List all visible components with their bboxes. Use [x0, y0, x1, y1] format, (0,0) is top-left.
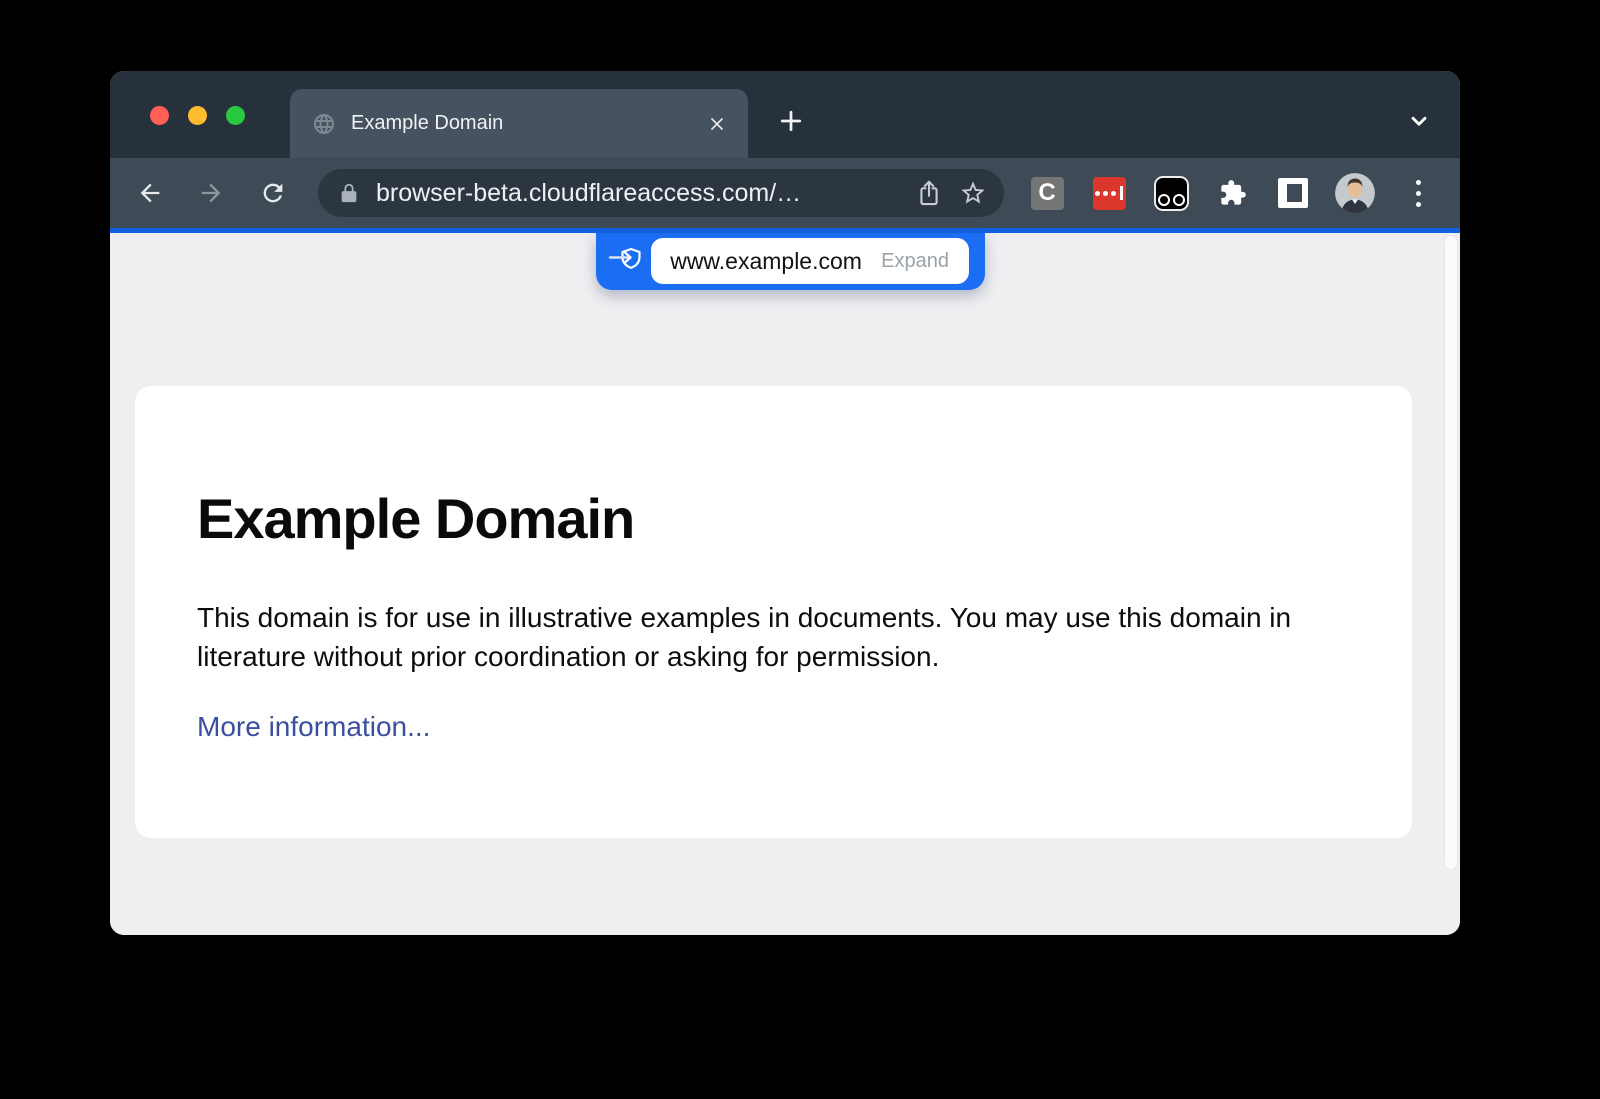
puzzle-icon [1219, 179, 1247, 207]
new-tab-button[interactable] [773, 103, 809, 139]
more-information-link[interactable]: More information... [197, 711, 430, 743]
lock-icon[interactable] [338, 182, 360, 204]
page-title: Example Domain [197, 486, 634, 551]
kebab-menu-icon [1416, 180, 1421, 207]
traffic-lights [150, 106, 245, 125]
address-bar[interactable]: browser-beta.cloudflareaccess.com/… [318, 169, 1004, 217]
extension-password-manager-button[interactable] [1091, 175, 1127, 211]
tab-bar: Example Domain [110, 71, 1460, 158]
avatar-photo-icon [1335, 173, 1375, 213]
back-button[interactable] [132, 175, 168, 211]
extensions-menu-button[interactable] [1215, 175, 1251, 211]
zoom-window-button[interactable] [226, 106, 245, 125]
close-window-button[interactable] [150, 106, 169, 125]
minimize-window-button[interactable] [188, 106, 207, 125]
side-panel-icon [1278, 178, 1308, 208]
browser-menu-button[interactable] [1400, 175, 1436, 211]
page-viewport: www.example.com Expand Example Domain Th… [110, 233, 1460, 935]
extension-c-button[interactable]: C [1029, 175, 1065, 211]
expand-button[interactable]: Expand [881, 250, 969, 273]
example-domain-card: Example Domain This domain is for use in… [135, 386, 1412, 838]
profile-avatar[interactable] [1335, 173, 1375, 213]
tab-title: Example Domain [351, 112, 706, 135]
goggles-icon [1154, 176, 1189, 211]
globe-favicon-icon [312, 112, 336, 136]
password-manager-dots-icon [1093, 177, 1126, 210]
url-text: browser-beta.cloudflareaccess.com/… [376, 179, 912, 208]
bookmark-star-icon[interactable] [956, 176, 990, 210]
extension-c-icon: C [1031, 177, 1064, 210]
isolated-hostname: www.example.com [651, 248, 881, 275]
extension-goggles-button[interactable] [1153, 175, 1189, 211]
side-panel-button[interactable] [1275, 175, 1311, 211]
close-tab-icon[interactable] [706, 113, 728, 135]
isolation-url-badge: www.example.com Expand [596, 233, 985, 290]
reload-button[interactable] [255, 175, 291, 211]
page-paragraph: This domain is for use in illustrative e… [197, 598, 1362, 676]
toolbar: browser-beta.cloudflareaccess.com/… C [110, 158, 1460, 228]
share-icon[interactable] [912, 176, 946, 210]
isolation-hostname-pill: www.example.com Expand [651, 238, 969, 284]
shield-arrow-icon [607, 246, 645, 276]
forward-button[interactable] [193, 175, 229, 211]
vertical-scrollbar-thumb[interactable] [1445, 236, 1457, 869]
tab-search-chevron-icon[interactable] [1401, 103, 1437, 139]
browser-window: Example Domain browser-beta.cloudflareac [110, 71, 1460, 935]
tab-example-domain[interactable]: Example Domain [290, 89, 748, 158]
